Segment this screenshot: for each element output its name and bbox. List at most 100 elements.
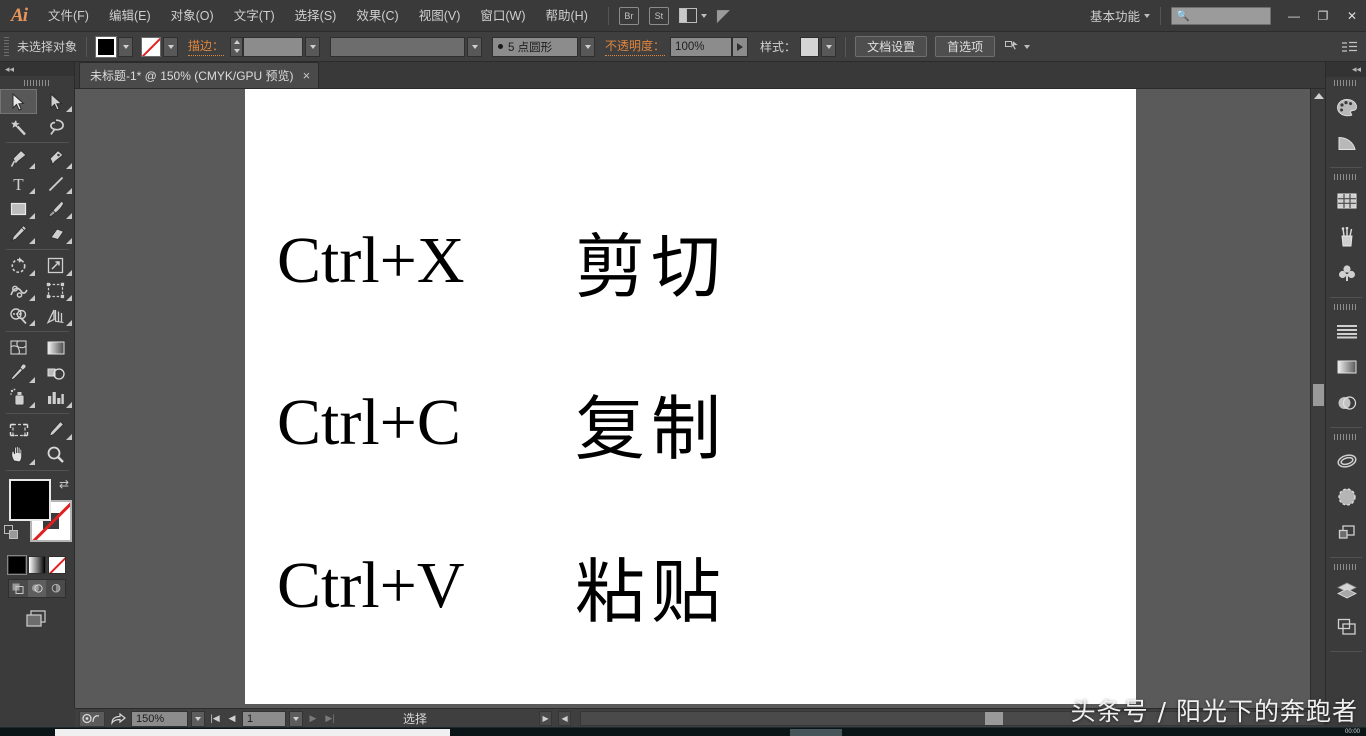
type-tool[interactable]: T bbox=[0, 171, 37, 196]
prev-artboard-button[interactable]: ◀ bbox=[225, 711, 239, 727]
menu-effect[interactable]: 效果(C) bbox=[346, 0, 408, 32]
blend-tool[interactable] bbox=[37, 360, 74, 385]
selection-tool[interactable] bbox=[0, 89, 37, 114]
free-transform-tool[interactable] bbox=[37, 278, 74, 303]
draw-behind-mode[interactable] bbox=[27, 580, 47, 597]
scroll-up-icon[interactable] bbox=[1314, 93, 1324, 99]
hand-tool[interactable] bbox=[0, 442, 37, 467]
control-panel-menu-icon[interactable] bbox=[1342, 41, 1358, 53]
share-icon[interactable] bbox=[108, 711, 128, 727]
menu-type[interactable]: 文字(T) bbox=[224, 0, 285, 32]
align-to-icon[interactable] bbox=[1005, 39, 1020, 55]
panel-brushes[interactable] bbox=[1326, 219, 1366, 255]
tools-panel-grip[interactable] bbox=[0, 76, 74, 89]
canvas-horizontal-scrollbar[interactable] bbox=[580, 711, 1325, 726]
canvas-vertical-scrollbar[interactable] bbox=[1310, 89, 1325, 708]
scroll-left-button[interactable]: ◀ bbox=[558, 711, 572, 726]
line-segment-tool[interactable] bbox=[37, 171, 74, 196]
eraser-tool[interactable] bbox=[37, 221, 74, 246]
panel-artboards[interactable] bbox=[1326, 609, 1366, 645]
brush-definition-select[interactable]: 5 点圆形 bbox=[492, 36, 579, 57]
artboard-dropdown[interactable] bbox=[289, 710, 303, 727]
default-fill-stroke-icon[interactable] bbox=[4, 525, 19, 540]
width-tool[interactable] bbox=[0, 278, 37, 303]
mesh-tool[interactable] bbox=[0, 335, 37, 360]
draw-normal-mode[interactable] bbox=[9, 580, 28, 597]
artboard-row-2[interactable]: Ctrl+C 复制 bbox=[245, 373, 1136, 473]
arrange-documents-button[interactable] bbox=[678, 8, 707, 23]
direct-selection-tool[interactable] bbox=[37, 89, 74, 114]
dock-group-1-grip[interactable] bbox=[1326, 77, 1366, 89]
stroke-weight-label[interactable]: 描边： bbox=[188, 37, 225, 56]
gradient-tool[interactable] bbox=[37, 335, 74, 360]
panel-transform[interactable] bbox=[1326, 515, 1366, 551]
fill-color-swatch[interactable] bbox=[95, 35, 118, 58]
fill-dropdown-button[interactable] bbox=[118, 36, 134, 57]
screen-mode-button[interactable] bbox=[0, 608, 74, 630]
document-tab[interactable]: 未标题-1* @ 150% (CMYK/GPU 预览) × bbox=[79, 62, 320, 88]
document-setup-button[interactable]: 文档设置 bbox=[855, 36, 928, 57]
rectangle-tool[interactable] bbox=[0, 196, 37, 221]
last-artboard-button[interactable]: ▶| bbox=[323, 711, 337, 727]
menu-file[interactable]: 文件(F) bbox=[38, 0, 99, 32]
menu-edit[interactable]: 编辑(E) bbox=[99, 0, 161, 32]
column-graph-tool[interactable] bbox=[37, 385, 74, 410]
device-preview-icon[interactable] bbox=[79, 710, 105, 727]
zoom-level-dropdown[interactable] bbox=[191, 710, 205, 727]
pen-tool[interactable] bbox=[0, 146, 37, 171]
stroke-dropdown-button[interactable] bbox=[163, 36, 179, 57]
workspace-switcher-label[interactable]: 基本功能 bbox=[1090, 6, 1140, 25]
dock-group-4-grip[interactable] bbox=[1326, 431, 1366, 443]
stroke-weight-input[interactable] bbox=[243, 36, 304, 57]
sail-icon[interactable]: ◤ bbox=[717, 6, 730, 26]
curvature-tool[interactable] bbox=[37, 146, 74, 171]
color-mode-color[interactable] bbox=[8, 556, 26, 574]
bridge-icon[interactable]: Br bbox=[618, 6, 639, 25]
taskbar-window-1[interactable] bbox=[55, 729, 450, 736]
opacity-popup-button[interactable] bbox=[732, 36, 749, 57]
panel-swatches[interactable] bbox=[1326, 183, 1366, 219]
menu-window[interactable]: 窗口(W) bbox=[470, 0, 535, 32]
stock-icon[interactable]: St bbox=[648, 6, 669, 25]
tools-collapse-button[interactable]: ◂◂ bbox=[0, 62, 74, 76]
search-input[interactable]: 🔍 bbox=[1171, 6, 1271, 25]
canvas-area[interactable]: Ctrl+X 剪切 Ctrl+C 复制 Ctrl+V 粘贴 bbox=[75, 89, 1310, 708]
symbol-sprayer-tool[interactable] bbox=[0, 385, 37, 410]
dock-group-3-grip[interactable] bbox=[1326, 301, 1366, 313]
pencil-tool[interactable] bbox=[0, 221, 37, 246]
vertical-scroll-thumb[interactable] bbox=[1313, 384, 1324, 406]
rotate-tool[interactable] bbox=[0, 253, 37, 278]
close-icon[interactable]: × bbox=[303, 68, 311, 83]
stroke-color-swatch[interactable] bbox=[141, 36, 162, 57]
fill-color-box[interactable] bbox=[9, 479, 51, 521]
stroke-weight-stepper[interactable] bbox=[230, 36, 244, 57]
panel-gradient[interactable] bbox=[1326, 349, 1366, 385]
menu-view[interactable]: 视图(V) bbox=[409, 0, 471, 32]
scale-tool[interactable] bbox=[37, 253, 74, 278]
paintbrush-tool[interactable] bbox=[37, 196, 74, 221]
control-bar-grip[interactable] bbox=[4, 36, 9, 57]
panel-transparency[interactable] bbox=[1326, 385, 1366, 421]
status-popup-arrow-icon[interactable]: ▶ bbox=[539, 711, 553, 726]
artboard-tool[interactable] bbox=[0, 417, 37, 442]
panel-color[interactable] bbox=[1326, 89, 1366, 125]
artboard-number-input[interactable]: 1 bbox=[242, 710, 286, 727]
graphic-style-swatch[interactable] bbox=[800, 36, 820, 57]
magic-wand-tool[interactable] bbox=[0, 114, 37, 139]
first-artboard-button[interactable]: |◀ bbox=[208, 711, 222, 727]
panel-graphic-styles[interactable] bbox=[1326, 479, 1366, 515]
panel-appearance[interactable] bbox=[1326, 443, 1366, 479]
restore-button[interactable]: ❐ bbox=[1309, 5, 1337, 27]
dock-collapse-button[interactable]: ◂◂ bbox=[1326, 62, 1366, 77]
preferences-button[interactable]: 首选项 bbox=[935, 36, 996, 57]
next-artboard-button[interactable]: ▶ bbox=[306, 711, 320, 727]
perspective-grid-tool[interactable] bbox=[37, 303, 74, 328]
close-button[interactable]: ✕ bbox=[1338, 5, 1366, 27]
shape-builder-tool[interactable] bbox=[0, 303, 37, 328]
menu-select[interactable]: 选择(S) bbox=[285, 0, 347, 32]
menu-help[interactable]: 帮助(H) bbox=[536, 0, 598, 32]
color-mode-none[interactable] bbox=[48, 556, 66, 574]
panel-color-guide[interactable] bbox=[1326, 125, 1366, 161]
panel-symbols[interactable] bbox=[1326, 255, 1366, 291]
stroke-profile-select[interactable] bbox=[330, 36, 466, 57]
